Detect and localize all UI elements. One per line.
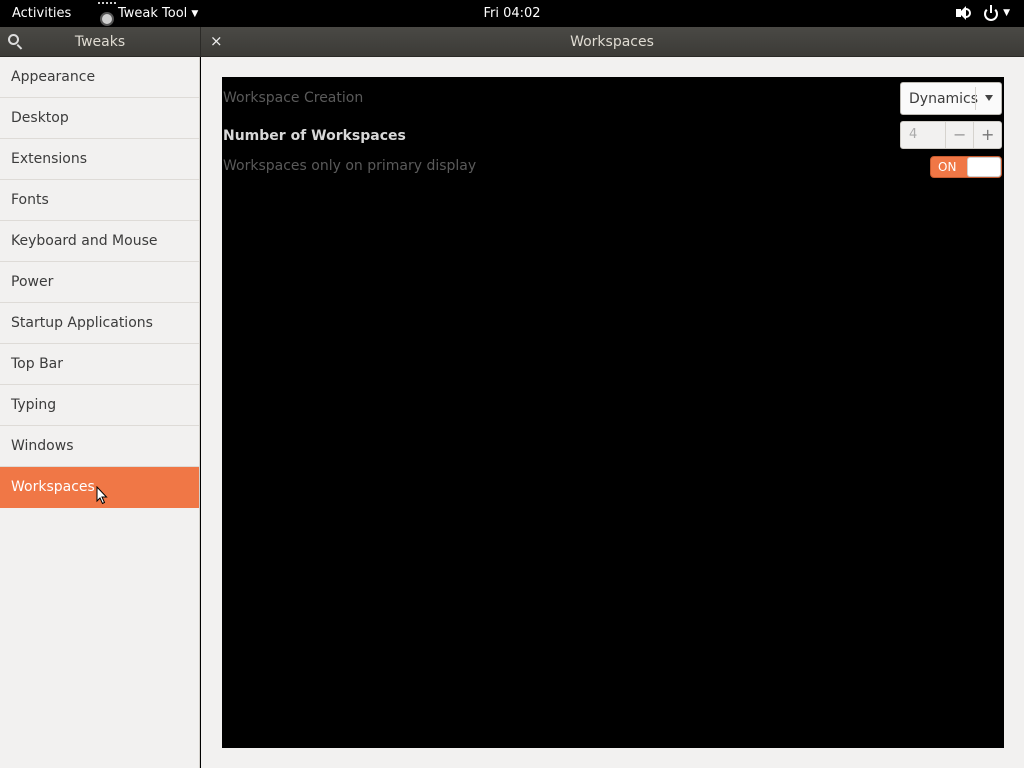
main-content: Workspace Creation Dynamics Number of Wo… (201, 57, 1024, 768)
workspace-creation-label: Workspace Creation (223, 90, 364, 106)
volume-icon[interactable] (955, 4, 973, 22)
primary-display-toggle[interactable]: ON (930, 156, 1002, 178)
sidebar-item-windows[interactable]: Windows (0, 426, 199, 467)
sidebar-item-appearance[interactable]: Appearance (0, 57, 199, 98)
header-bar: Tweaks × Workspaces (0, 27, 1024, 57)
sidebar-item-typing[interactable]: Typing (0, 385, 199, 426)
settings-panel: Workspace Creation Dynamics Number of Wo… (222, 77, 1004, 748)
sidebar-title: Tweaks (74, 34, 126, 50)
page-title: Workspaces (570, 34, 654, 50)
chevron-down-icon[interactable]: ▼ (1003, 8, 1010, 18)
number-of-workspaces-value[interactable]: 4 (909, 127, 917, 142)
toggle-thumb (967, 157, 1001, 177)
toggle-state-label: ON (938, 160, 957, 174)
power-icon[interactable] (983, 5, 999, 21)
tweak-tool-icon (96, 1, 118, 26)
number-of-workspaces-label: Number of Workspaces (223, 128, 406, 144)
workspace-creation-value: Dynamics (909, 90, 979, 107)
primary-display-label: Workspaces only on primary display (223, 158, 477, 174)
activities-button[interactable]: Activities (12, 6, 71, 21)
sidebar-item-keyboard-and-mouse[interactable]: Keyboard and Mouse (0, 221, 199, 262)
sidebar-item-startup-applications[interactable]: Startup Applications (0, 303, 199, 344)
app-menu-label: Tweak Tool (118, 6, 188, 21)
top-bar: Activities Tweak Tool ▼ Fri 04:02 ▼ (0, 0, 1024, 27)
app-menu[interactable]: Tweak Tool ▼ (96, 0, 198, 27)
chevron-down-icon: ▼ (191, 8, 199, 19)
sidebar-item-fonts[interactable]: Fonts (0, 180, 199, 221)
decrement-button[interactable]: − (953, 125, 966, 144)
sidebar-item-top-bar[interactable]: Top Bar (0, 344, 199, 385)
sidebar-item-desktop[interactable]: Desktop (0, 98, 199, 139)
system-tray[interactable]: ▼ (955, 4, 1010, 22)
sidebar-item-extensions[interactable]: Extensions (0, 139, 199, 180)
chevron-down-icon (985, 95, 993, 101)
sidebar: Appearance Desktop Extensions Fonts Keyb… (0, 57, 200, 768)
number-of-workspaces-stepper[interactable]: 4 − + (900, 121, 1002, 149)
sidebar-item-power[interactable]: Power (0, 262, 199, 303)
increment-button[interactable]: + (981, 125, 994, 144)
workspace-creation-dropdown[interactable]: Dynamics (900, 82, 1002, 115)
